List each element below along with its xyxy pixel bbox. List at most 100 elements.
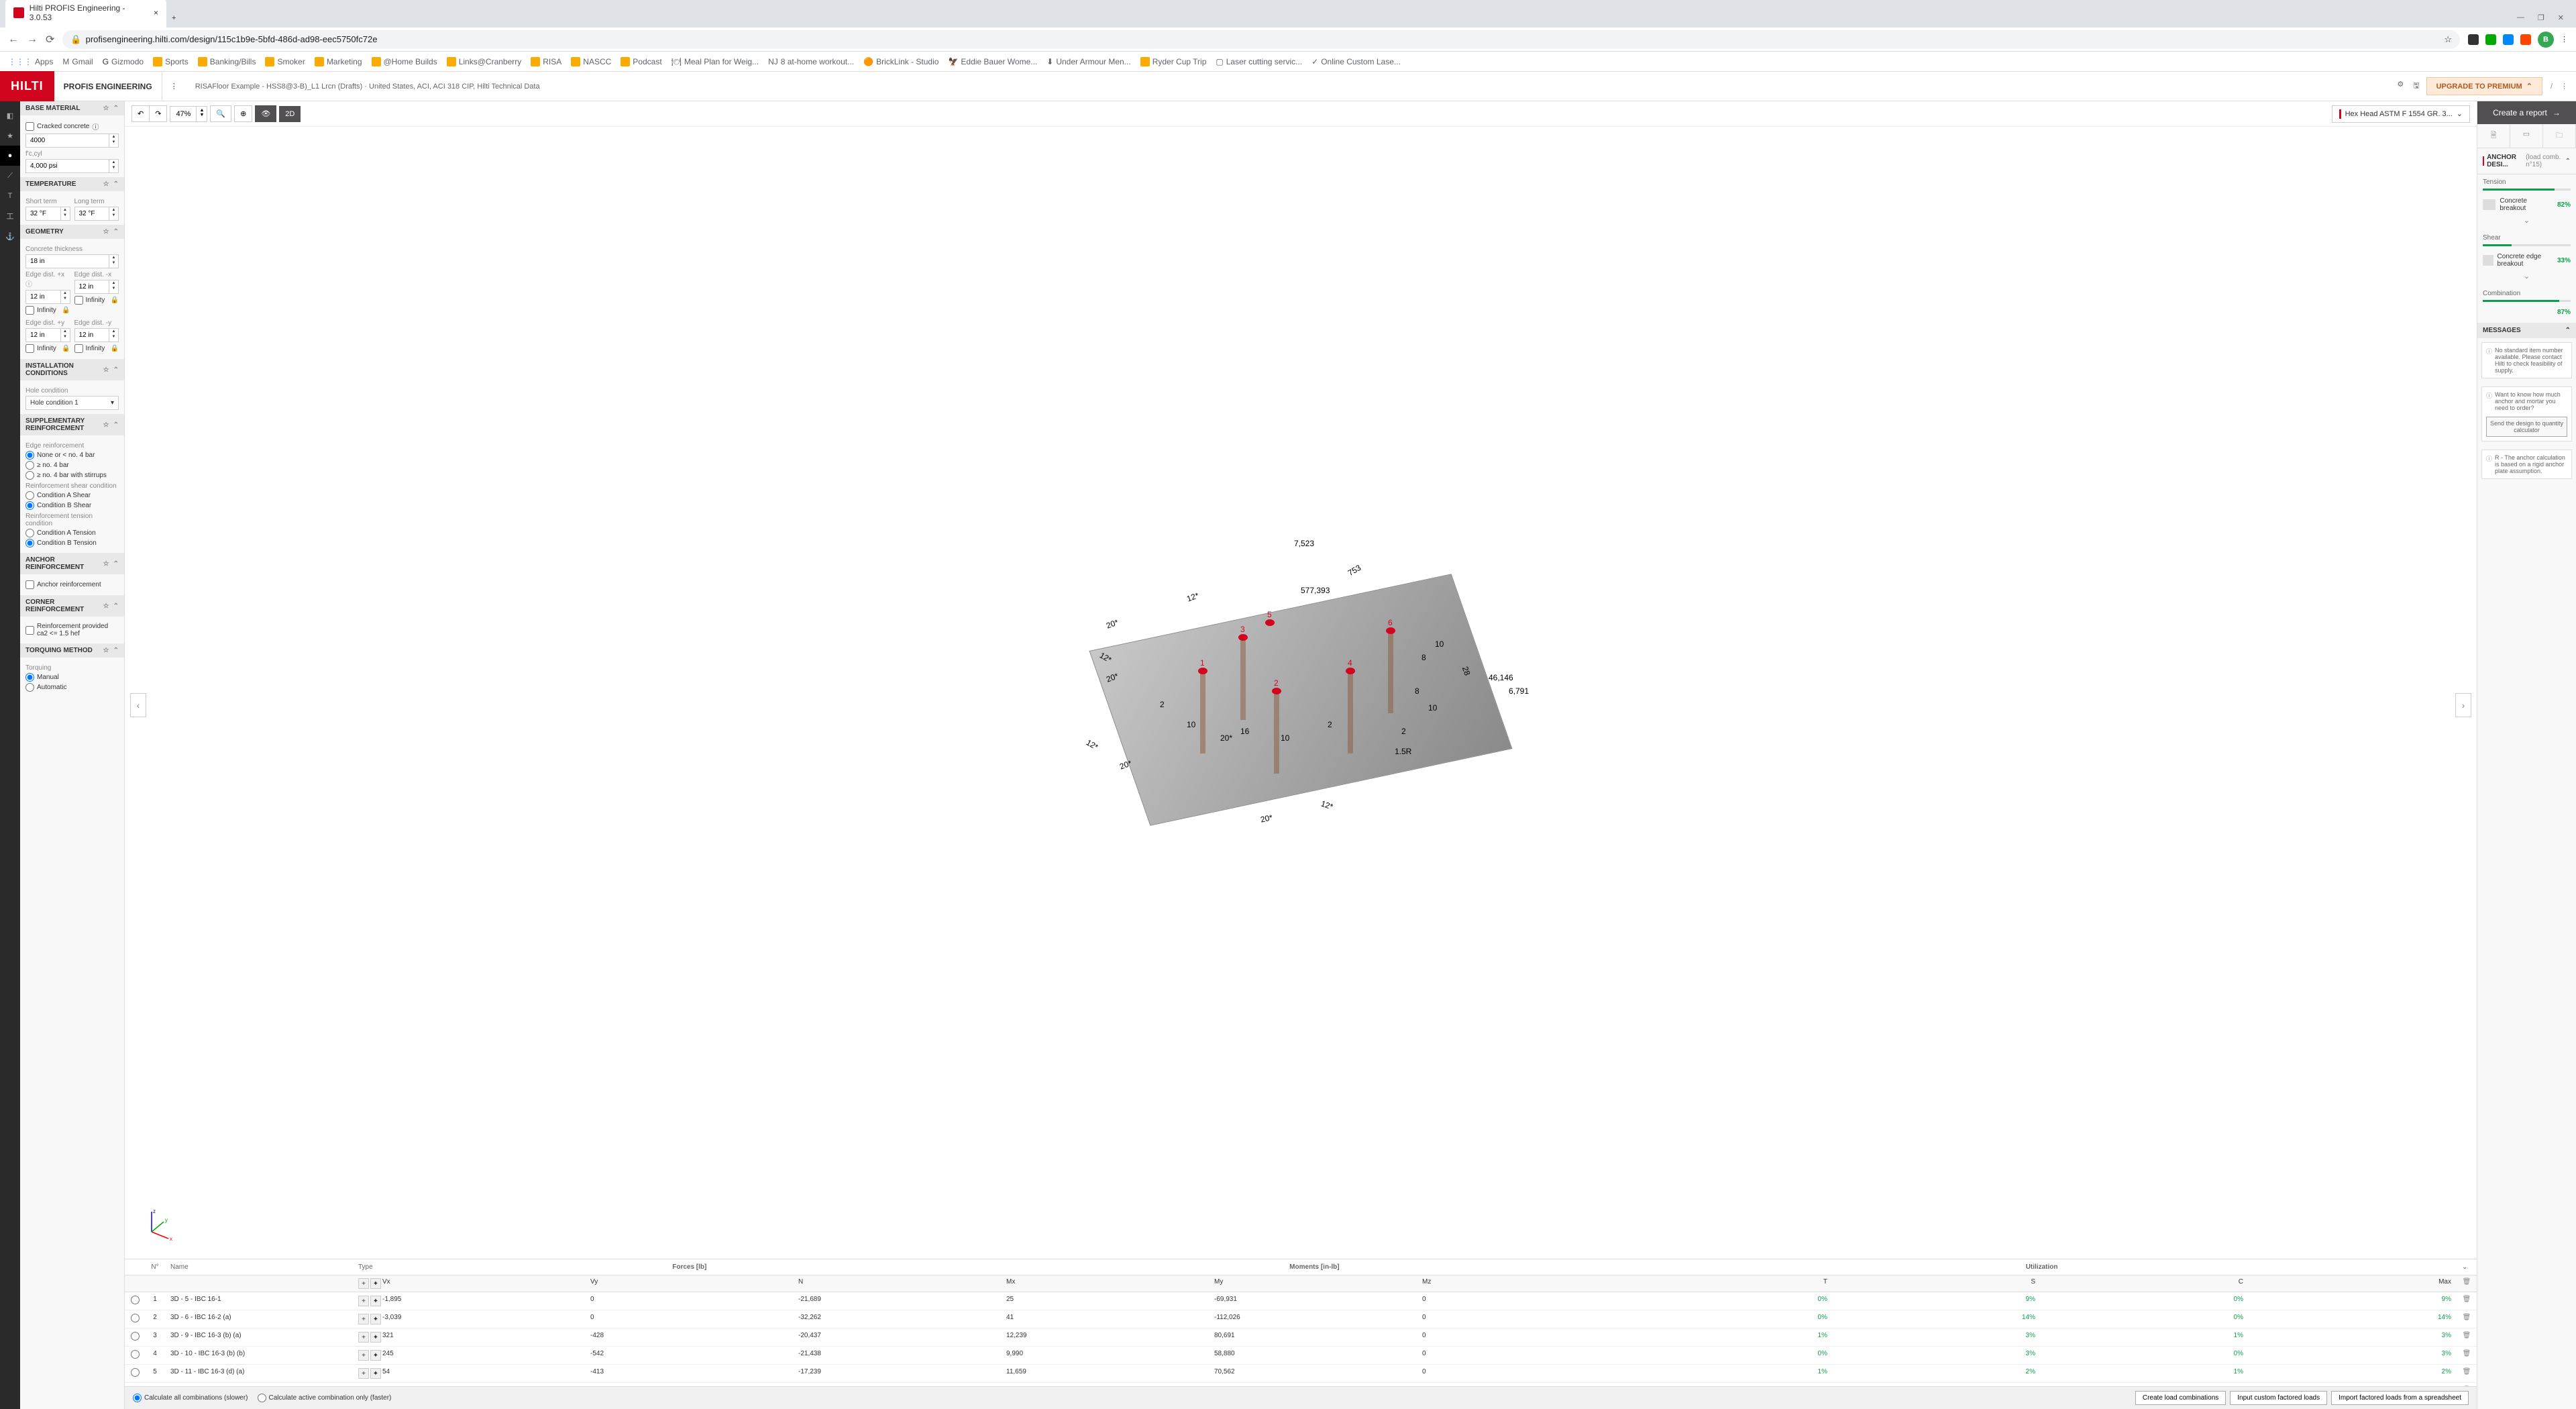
tension-cond-radio[interactable] — [25, 529, 34, 537]
nav-item[interactable]: ★ — [0, 125, 20, 146]
table-row[interactable]: 1 3D - 5 - IBC 16-1 + ✦ -1,895 0 -21,689… — [125, 1292, 2477, 1310]
trash-icon[interactable]: 🗑 — [2457, 1292, 2477, 1310]
fit-button[interactable]: ⊕ — [234, 105, 252, 122]
section-torque[interactable]: TORQUING METHOD ☆⌃ — [20, 643, 124, 658]
zoom-value[interactable]: 47% — [170, 106, 197, 122]
quantity-calc-button[interactable]: Send the design to quantity calculator — [2486, 417, 2567, 437]
input-custom-button[interactable]: Input custom factored loads — [2230, 1391, 2327, 1405]
bookmark-item[interactable]: ✓Online Custom Lase... — [1311, 57, 1401, 66]
row-radio[interactable] — [131, 1368, 140, 1377]
menu-icon[interactable]: ⋮ — [2561, 82, 2568, 91]
trash-icon[interactable]: 🗑 — [2457, 1275, 2477, 1292]
bookmark-item[interactable]: 🦅Eddie Bauer Wome... — [948, 57, 1037, 66]
ext-icon[interactable] — [2468, 34, 2479, 45]
anchor-product-select[interactable]: Hex Head ASTM F 1554 GR. 3... ⌄ — [2332, 105, 2470, 123]
edge-reinf-radio[interactable] — [25, 471, 34, 480]
ext-icon[interactable] — [2520, 34, 2531, 45]
create-report-button[interactable]: Create a report→ — [2477, 101, 2576, 124]
undo-button[interactable]: ↶ — [131, 105, 150, 122]
bookmark-item[interactable]: GGizmodo — [103, 57, 144, 66]
visibility-button[interactable]: 👁 — [255, 105, 276, 122]
bookmark-item[interactable]: ⋮⋮⋮Apps — [8, 57, 53, 66]
edge-reinf-radio[interactable] — [25, 461, 34, 470]
address-bar[interactable]: 🔒 profisengineering.hilti.com/design/115… — [62, 30, 2460, 49]
bookmark-item[interactable]: ▢Laser cutting servic... — [1216, 57, 1302, 66]
trash-icon[interactable]: 🗑 — [2457, 1365, 2477, 1382]
anchor-reinf-checkbox[interactable] — [25, 580, 34, 589]
3d-viewport[interactable]: ‹ › 7,523 577,393 753 46,146 — [125, 127, 2477, 1259]
profile-avatar[interactable]: B — [2538, 32, 2554, 48]
nav-item[interactable]: ⟋ — [0, 166, 20, 186]
maximize-icon[interactable]: ❐ — [2538, 13, 2544, 22]
bookmark-item[interactable]: NJ8 at-home workout... — [768, 57, 854, 66]
edge-nx-input[interactable]: ▲▼ — [74, 280, 119, 294]
cracked-checkbox[interactable] — [25, 122, 34, 131]
lock-icon[interactable]: 🔒 — [62, 307, 70, 314]
torque-radio[interactable] — [25, 683, 34, 692]
upgrade-button[interactable]: UPGRADE TO PREMIUM⌃ — [2426, 77, 2542, 95]
nav-item[interactable]: ⚓ — [0, 226, 20, 246]
new-tab-button[interactable]: + — [166, 9, 181, 28]
calc-active-radio[interactable]: Calculate active combination only (faste… — [258, 1394, 392, 1402]
tension-cond-radio[interactable] — [25, 539, 34, 547]
menu-icon[interactable]: ⋮ — [2561, 35, 2568, 44]
expand-icon[interactable]: ⌄ — [2483, 270, 2571, 282]
bookmark-item[interactable]: Podcast — [621, 57, 661, 66]
table-row[interactable]: 3 3D - 9 - IBC 16-3 (b) (a) + ✦ 321 -428… — [125, 1328, 2477, 1347]
nav-item[interactable]: 工 — [0, 206, 20, 226]
table-row[interactable]: 5 3D - 11 - IBC 16-3 (d) (a) + ✦ 54 -413… — [125, 1365, 2477, 1383]
back-icon[interactable]: ← — [8, 34, 19, 46]
infinity-checkbox[interactable] — [74, 296, 83, 305]
reload-icon[interactable]: ⟳ — [46, 33, 54, 46]
axis-gizmo[interactable]: z x y — [138, 1205, 178, 1245]
close-tab-icon[interactable]: × — [154, 8, 158, 17]
nav-item-active[interactable]: ● — [0, 146, 20, 166]
ext-icon[interactable] — [2485, 34, 2496, 45]
bookmark-item[interactable]: 🟠BrickLink - Studio — [863, 57, 938, 66]
bookmark-item[interactable]: @Home Builds — [372, 57, 437, 66]
save-icon[interactable]: 🖫 — [2413, 80, 2419, 93]
section-geometry[interactable]: GEOMETRY ☆⌃ — [20, 225, 124, 239]
forward-icon[interactable]: → — [27, 34, 38, 46]
edge-px-input[interactable]: ▲▼ — [25, 290, 70, 304]
table-row[interactable]: 2 3D - 6 - IBC 16-2 (a) + ✦ -3,039 0 -32… — [125, 1310, 2477, 1328]
bookmark-item[interactable]: MGmail — [62, 57, 93, 66]
chevron-up-icon[interactable]: ⌃ — [113, 105, 119, 112]
nav-item[interactable]: ◧ — [0, 105, 20, 125]
edge-reinf-radio[interactable] — [25, 451, 34, 460]
search-button[interactable]: 🔍 — [210, 105, 231, 122]
hole-select[interactable]: Hole condition 1▾ — [25, 396, 119, 410]
view-2d-button[interactable]: 2D — [279, 106, 301, 122]
temp-long-input[interactable]: ▲▼ — [74, 207, 119, 221]
trash-icon[interactable]: 🗑 — [2457, 1328, 2477, 1346]
infinity-checkbox[interactable] — [25, 344, 34, 353]
section-base-material[interactable]: BASE MATERIAL ☆⌃ — [20, 101, 124, 115]
shear-cond-radio[interactable] — [25, 501, 34, 510]
menu-icon[interactable]: ⋮ — [162, 82, 186, 91]
messages-header[interactable]: MESSAGES⌃ — [2477, 323, 2576, 338]
report-tab[interactable]: 🗎 — [2477, 124, 2510, 148]
edge-py-input[interactable]: ▲▼ — [25, 328, 70, 342]
nav-item[interactable]: T — [0, 186, 20, 206]
hilti-logo[interactable]: HILTI — [0, 71, 54, 101]
trash-icon[interactable]: 🗑 — [2457, 1347, 2477, 1364]
bookmark-item[interactable]: Ryder Cup Trip — [1140, 57, 1207, 66]
bookmark-item[interactable]: Banking/Bills — [198, 57, 256, 66]
tension-row[interactable]: Concrete breakout 82% — [2483, 195, 2571, 215]
pager-next[interactable]: › — [2455, 693, 2471, 717]
edge-ny-input[interactable]: ▲▼ — [74, 328, 119, 342]
shear-row[interactable]: Concrete edge breakout 33% — [2483, 250, 2571, 270]
section-anchor-reinf[interactable]: ANCHOR REINFORCEMENT ☆⌃ — [20, 553, 124, 574]
info-icon[interactable]: ⓘ — [25, 281, 32, 289]
report-tab[interactable]: 🗀 — [2543, 124, 2576, 148]
bookmark-item[interactable]: Smoker — [265, 57, 305, 66]
row-radio[interactable] — [131, 1296, 140, 1304]
temp-short-input[interactable]: ▲▼ — [25, 207, 70, 221]
ext-icon[interactable] — [2503, 34, 2514, 45]
infinity-checkbox[interactable] — [25, 306, 34, 315]
fccyl-input[interactable]: ▲▼ — [25, 159, 119, 173]
bookmark-item[interactable]: Sports — [153, 57, 189, 66]
bookmark-item[interactable]: ⬇Under Armour Men... — [1046, 57, 1130, 66]
torque-radio[interactable] — [25, 673, 34, 682]
anchor-model[interactable]: 7,523 577,393 753 46,146 6,791 20* 12* 2… — [1066, 552, 1536, 834]
